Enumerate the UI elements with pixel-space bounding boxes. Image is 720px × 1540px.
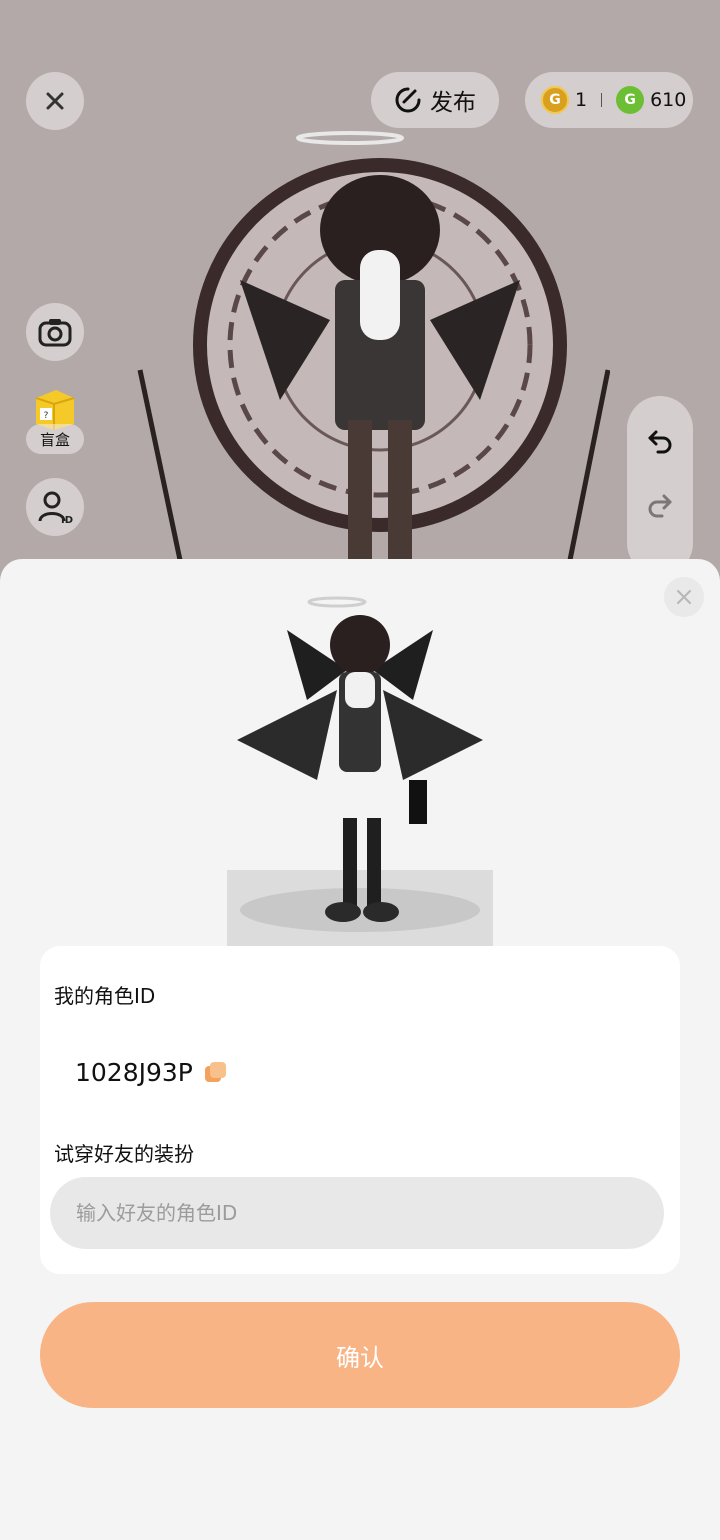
undo-redo-panel bbox=[627, 396, 693, 576]
publish-icon bbox=[395, 87, 421, 113]
publish-label: 发布 bbox=[430, 90, 476, 116]
avatar-preview bbox=[227, 596, 493, 946]
svg-text:ID: ID bbox=[61, 515, 73, 525]
undo-icon[interactable] bbox=[646, 426, 674, 454]
close-icon bbox=[46, 92, 64, 110]
green-coin-count: 610 bbox=[650, 89, 687, 111]
close-button[interactable] bbox=[26, 72, 84, 130]
close-icon bbox=[676, 589, 692, 605]
blind-box-label: 盲盒 bbox=[26, 424, 84, 454]
my-id-row: 1028J93P bbox=[75, 1058, 227, 1087]
green-coin-icon: G bbox=[616, 86, 645, 114]
gold-coin-count: 1 bbox=[575, 89, 588, 111]
sheet-close-button[interactable] bbox=[664, 577, 704, 617]
my-id-value: 1028J93P bbox=[75, 1058, 193, 1087]
redo-icon[interactable] bbox=[646, 490, 674, 518]
divider bbox=[601, 93, 603, 107]
camera-button[interactable] bbox=[26, 303, 84, 361]
currency-panel[interactable]: G 1 G 610 bbox=[525, 72, 693, 128]
confirm-button[interactable]: 确认 bbox=[40, 1302, 680, 1408]
avatar-3d-view bbox=[137, 131, 610, 561]
camera-icon bbox=[38, 319, 72, 347]
my-id-label: 我的角色ID bbox=[54, 984, 156, 1008]
user-id-icon: ID bbox=[38, 491, 73, 525]
friend-id-field[interactable] bbox=[50, 1177, 664, 1249]
try-on-label: 试穿好友的装扮 bbox=[54, 1142, 194, 1166]
friend-id-input[interactable] bbox=[50, 1177, 664, 1249]
avatar-id-button[interactable]: ID bbox=[26, 478, 84, 536]
svg-text:?: ? bbox=[44, 411, 49, 421]
publish-button[interactable]: 发布 bbox=[371, 72, 499, 128]
copy-icon[interactable] bbox=[204, 1061, 227, 1084]
gold-coin-icon: G bbox=[541, 86, 569, 114]
